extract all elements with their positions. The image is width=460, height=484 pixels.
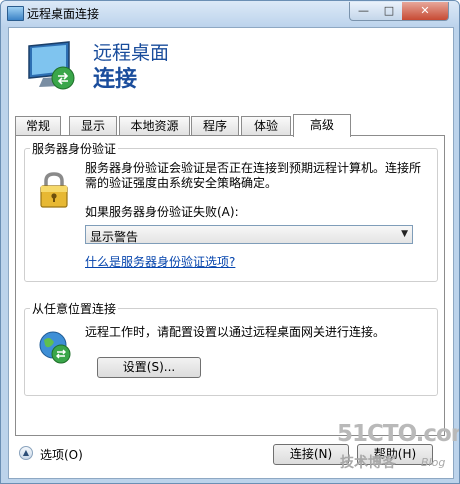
connect-button[interactable]: 连接(N) [273,444,349,465]
banner-title-line2: 连接 [93,67,138,92]
network-globe-icon [39,331,71,364]
tab-advanced[interactable]: 高级 [293,114,351,137]
dialog-client-area: 远程桌面 连接 常规 显示 本地资源 程序 体验 高级 服务器身份验证 服务器身… [8,27,454,479]
watermark-blog: Blog [421,456,446,469]
chevron-up-icon: ▲ [19,446,33,460]
server-auth-group-title: 服务器身份验证 [30,140,119,157]
maximize-button[interactable]: □ [376,2,403,21]
monitor-icon [28,41,75,90]
close-button[interactable]: ✕ [402,2,449,21]
minimize-button[interactable]: — [349,2,378,21]
tab-display[interactable]: 显示 [69,116,117,135]
options-label: 选项(O) [40,448,83,462]
advanced-tab-panel: 服务器身份验证 服务器身份验证会验证是否正在连接到预期远程计算机。连接所需的验证… [15,135,445,436]
auth-failure-selected-value: 显示警告 [90,230,139,244]
tab-programs[interactable]: 程序 [191,116,239,135]
tab-experience[interactable]: 体验 [241,116,291,135]
connect-anywhere-group-title: 从任意位置连接 [30,300,119,317]
title-bar[interactable]: 远程桌面连接 — □ ✕ [1,1,459,27]
window-title: 远程桌面连接 [27,7,100,21]
tab-local-resources[interactable]: 本地资源 [119,116,190,135]
remote-desktop-window: 远程桌面连接 — □ ✕ 远程桌面 连接 常规 显示 本地资源 程序 体验 高级… [0,0,460,484]
gateway-description: 远程工作时，请配置设置以通过远程桌面网关进行连接。 [85,325,386,339]
server-auth-group: 服务器身份验证 服务器身份验证会验证是否正在连接到预期远程计算机。连接所需的验证… [24,140,438,282]
server-auth-options-link[interactable]: 什么是服务器身份验证选项? [85,253,235,270]
tab-strip: 常规 显示 本地资源 程序 体验 高级 [15,114,435,137]
dropdown-arrow-icon: ▼ [401,229,408,239]
settings-button[interactable]: 设置(S)... [97,357,201,378]
server-auth-description: 服务器身份验证会验证是否正在连接到预期远程计算机。连接所需的验证强度由系统安全策… [85,161,422,190]
watermark-site: 51CTO.com [337,421,459,447]
auth-failure-label: 如果服务器身份验证失败(A): [85,205,239,219]
tab-general[interactable]: 常规 [15,116,61,135]
auth-failure-select[interactable]: 显示警告 ▼ [85,225,413,244]
remote-desktop-app-icon [7,6,24,21]
lock-icon [40,172,68,208]
watermark-tech-blog: 技术博客 [340,455,396,471]
connect-anywhere-group: 从任意位置连接 远程工作时，请配置设置以通过远程桌面网关进行连接。 设置(S).… [24,300,438,396]
